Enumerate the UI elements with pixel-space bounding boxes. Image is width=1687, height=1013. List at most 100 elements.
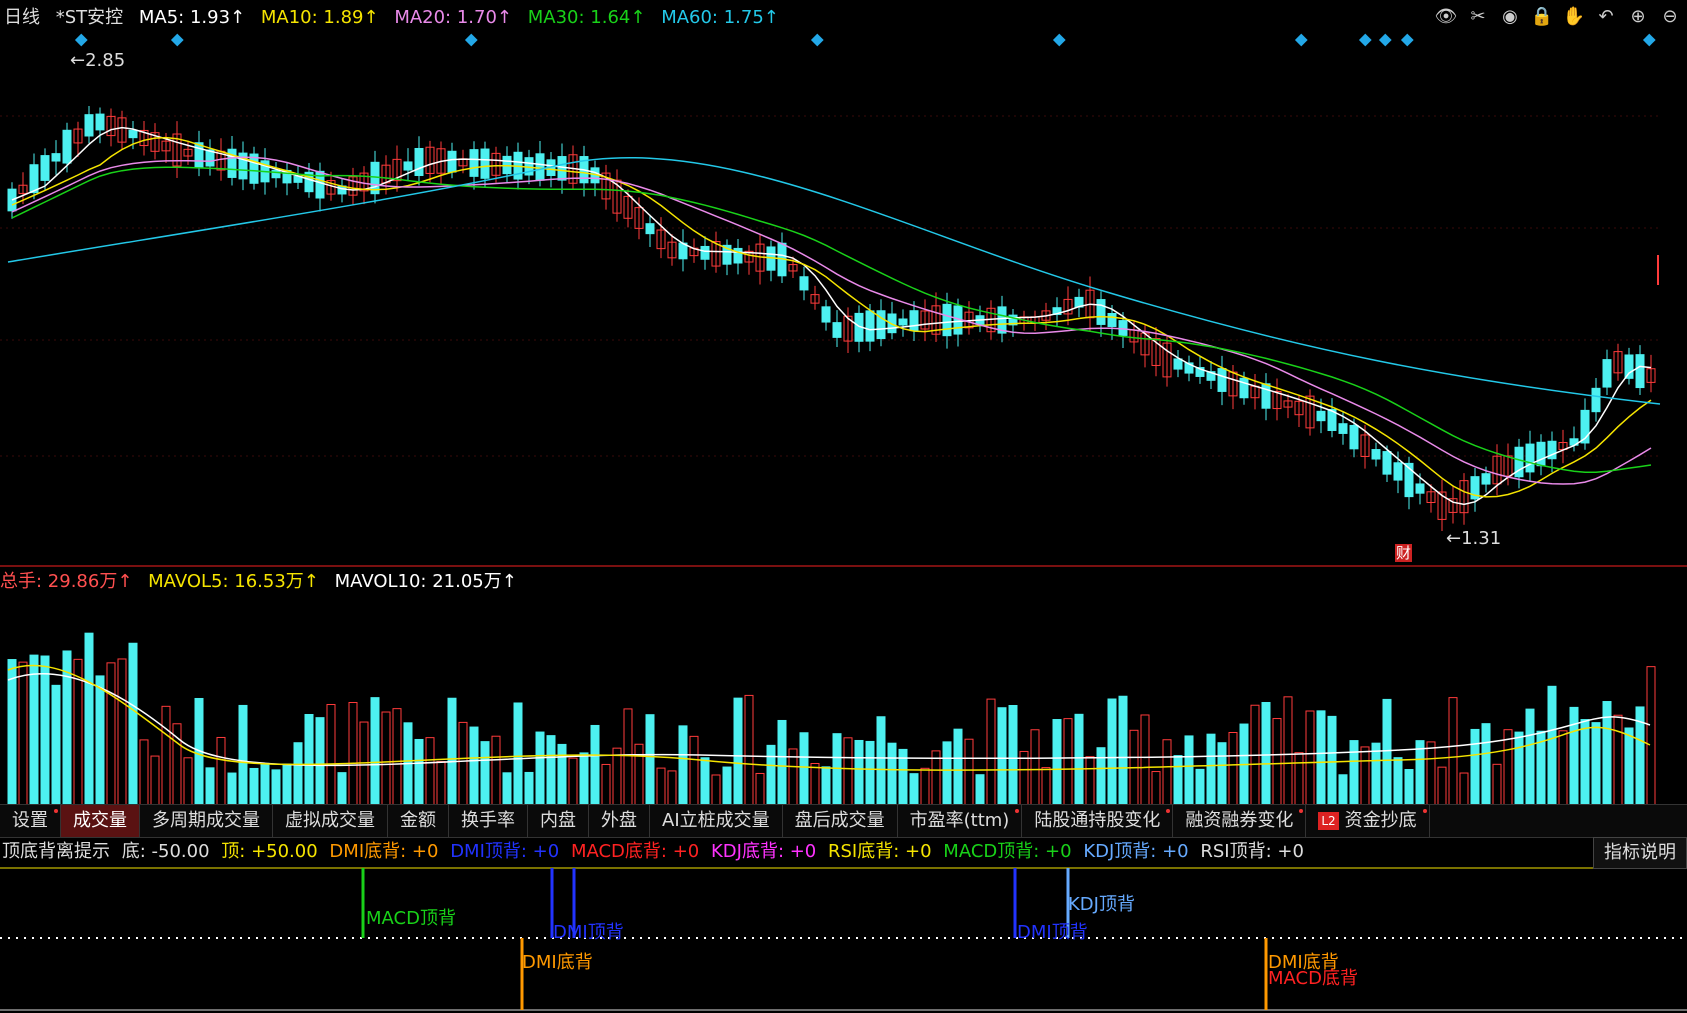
volume-bar [854,739,864,806]
tab-label: 设置 [12,810,48,831]
volume-bar [1360,746,1370,806]
volume-bar [920,767,930,806]
volume-bar [1580,719,1590,806]
volume-bar [1195,768,1205,806]
volume-bar [909,773,919,806]
volume-bar [1283,696,1293,806]
volume-bar [865,740,875,806]
volume-bar [1525,708,1535,806]
volume-bar [1184,735,1194,806]
tab-8[interactable]: AI立桩成交量 [650,805,783,837]
event-diamond [1400,33,1414,47]
tab-10[interactable]: 市盈率(ttm) [898,805,1023,837]
tab-9[interactable]: 盘后成交量 [783,805,898,837]
volume-bar [238,704,248,806]
event-diamond [464,33,478,47]
volume-bar [1470,728,1480,806]
tab-label: 多周期成交量 [152,810,260,831]
candle-body [62,129,72,164]
tab-dot [1422,809,1427,813]
high-price-label: ←2.85 [70,50,126,71]
tab-5[interactable]: 换手率 [449,805,528,837]
candle-body [1635,354,1645,389]
indicator-tabs: 设置 成交量 多周期成交量 虚拟成交量 金额 换手率 内盘 外盘 AI立桩成交量 盘后成交量 市盈率… [0,804,1687,838]
candle-body [469,149,479,177]
tab-4[interactable]: 金额 [388,805,449,837]
candle-body [128,129,138,139]
volume-bar [821,766,831,806]
macd-bottom-value: MACD底背: +0 [570,841,700,862]
tab-3[interactable]: 虚拟成交量 [273,805,388,837]
volume-bar [161,705,171,806]
volume-bar [183,757,193,806]
tab-11[interactable]: 陆股通持股变化 [1022,805,1174,837]
volume-bar [1382,698,1392,806]
candle-body [865,310,875,342]
volume-bar [1591,722,1601,806]
ma10-line [11,136,1652,498]
rsi-bottom-value: RSI底背: +0 [828,841,932,862]
volume-bar [293,742,303,806]
volume-bar [205,767,215,806]
volume-bar [876,716,886,806]
tab-12[interactable]: 融资融券变化 [1173,805,1307,837]
tab-1[interactable]: 成交量 [61,805,140,837]
volume-bar [249,767,259,806]
tab-7[interactable]: 外盘 [589,805,650,837]
volume-bar [29,654,39,806]
volume-bar [128,642,138,806]
volume-bar [315,717,325,806]
candle-body [1107,313,1117,327]
tab-6[interactable]: 内盘 [528,805,589,837]
volume-bar [1613,714,1623,806]
tab-dot [1166,809,1171,813]
candle-body [1239,377,1249,399]
volume-bar [1162,739,1172,806]
tab-0[interactable]: 设置 [0,805,61,837]
tab-label: 虚拟成交量 [285,810,375,831]
volume-bar [304,713,314,806]
event-diamond [810,33,824,47]
candle-body [1624,354,1634,379]
volume-bar [1459,772,1469,806]
volume-bar [106,662,116,806]
candle-body [909,310,919,332]
indicator-explain-button[interactable]: 指标说明 [1593,837,1687,869]
volume-bar [667,770,677,806]
volume-bar [1514,731,1524,806]
volume-bar [1547,685,1557,806]
candle-body [1393,462,1403,481]
volume-bar [1261,701,1271,806]
volume-header: 总手: 29.86万↑ MAVOL5: 16.53万↑ MAVOL10: 21.… [0,568,527,596]
volume-bar [777,719,787,806]
tab-dot [1299,809,1304,813]
ma60-line [7,157,1661,405]
candle-body [1591,387,1601,413]
tab-13[interactable]: L2 资金抄底 [1306,805,1430,837]
tab-2[interactable]: 多周期成交量 [140,805,273,837]
event-diamond [1642,33,1656,47]
volume-bar [623,708,633,806]
volume-bar [700,757,710,806]
volume-bar [1217,742,1227,806]
volume-bar [1085,756,1095,806]
ma5-line [11,126,1652,506]
candle-body [1536,441,1546,467]
volume-bar [1371,742,1381,806]
finance-marker[interactable]: 财 [1395,544,1413,562]
volume-bar [1569,706,1579,806]
volume-bar [1558,730,1568,806]
volume-bar [282,763,292,806]
volume-bar [799,732,809,806]
candle-body [1338,423,1348,434]
volume-bar [557,743,567,806]
volume-bar [590,724,600,806]
volume-bar [337,772,347,806]
volume-bar [843,737,853,806]
divergence-bottom: 底: -50.00 [121,841,210,862]
mavol10-line [7,673,1651,767]
volume-bar [51,684,61,806]
dmi-bottom-value: DMI底背: +0 [329,841,439,862]
kdj-top-value: KDJ顶背: +0 [1083,841,1189,862]
signal-macd-bottom: MACD底背 [1268,968,1358,989]
